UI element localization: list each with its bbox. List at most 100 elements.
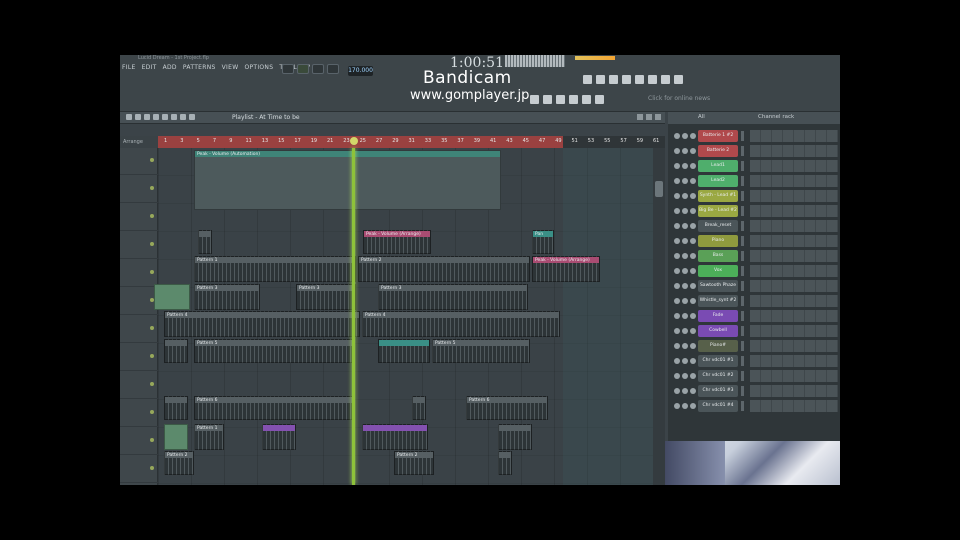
menu-item[interactable]: OPTIONS	[244, 64, 273, 76]
step-sequencer[interactable]	[750, 280, 838, 292]
render-icon[interactable]	[543, 95, 552, 104]
playhead[interactable]	[352, 148, 355, 485]
channel-name-button[interactable]: Chr vdc01 #4	[698, 400, 738, 412]
pattern-clip[interactable]	[498, 424, 532, 450]
channel-select-led[interactable]	[741, 326, 744, 336]
channel-select-led[interactable]	[741, 251, 744, 261]
channel-name-button[interactable]: Synth - Lead #1	[698, 190, 738, 202]
channel-name-button[interactable]: Batterie 2	[698, 145, 738, 157]
volume-knob[interactable]	[690, 298, 696, 304]
track-mute-led[interactable]	[150, 466, 154, 470]
channel-row[interactable]: Lead2	[668, 174, 840, 188]
step-sequencer[interactable]	[750, 205, 838, 217]
pattern-clip[interactable]: Pattern 1	[194, 256, 356, 282]
channel-row[interactable]: Sawtooth Phaze	[668, 279, 840, 293]
pan-knob[interactable]	[682, 133, 688, 139]
mute-button[interactable]	[674, 403, 680, 409]
pan-knob[interactable]	[682, 163, 688, 169]
mute-button[interactable]	[674, 238, 680, 244]
channel-select-led[interactable]	[741, 371, 744, 381]
channel-select-led[interactable]	[741, 191, 744, 201]
channel-select-led[interactable]	[741, 311, 744, 321]
arrangement-label[interactable]: Arrange	[120, 136, 158, 148]
step-sequencer[interactable]	[750, 310, 838, 322]
channel-row[interactable]: Piano#	[668, 339, 840, 353]
pattern-clip[interactable]	[198, 230, 212, 254]
track-header[interactable]	[120, 456, 158, 483]
channel-select-led[interactable]	[741, 236, 744, 246]
pattern-clip[interactable]: Pattern 2	[164, 451, 194, 475]
volume-knob[interactable]	[690, 358, 696, 364]
zoom-tool-icon[interactable]	[189, 114, 195, 120]
mute-button[interactable]	[674, 328, 680, 334]
automation-clip[interactable]: Peak - Volume (Automation)	[194, 150, 501, 210]
step-sequencer[interactable]	[750, 190, 838, 202]
pattern-clip[interactable]: Pattern 4	[362, 311, 560, 337]
record-button[interactable]	[327, 64, 339, 74]
channel-select-led[interactable]	[741, 356, 744, 366]
online-icon[interactable]	[595, 95, 604, 104]
volume-knob[interactable]	[690, 238, 696, 244]
step-sequencer[interactable]	[750, 235, 838, 247]
delete-tool-icon[interactable]	[144, 114, 150, 120]
pattern-clip[interactable]: Pattern 1	[194, 424, 224, 450]
volume-knob[interactable]	[690, 388, 696, 394]
pattern-clip[interactable]: Pattern 5	[432, 339, 530, 363]
pattern-clip[interactable]: Pattern 6	[466, 396, 548, 420]
track-header[interactable]	[120, 260, 158, 287]
volume-knob[interactable]	[690, 343, 696, 349]
channel-select-led[interactable]	[741, 176, 744, 186]
channel-select-led[interactable]	[741, 341, 744, 351]
channel-row[interactable]: Whistle_synt #2	[668, 294, 840, 308]
mute-button[interactable]	[674, 298, 680, 304]
channel-name-button[interactable]: Lead1	[698, 160, 738, 172]
save-icon[interactable]	[530, 95, 539, 104]
channel-name-button[interactable]: Chr vdc01 #2	[698, 370, 738, 382]
channel-select-led[interactable]	[741, 221, 744, 231]
track-header[interactable]	[120, 400, 158, 427]
channel-row[interactable]: Chr vdc01 #1	[668, 354, 840, 368]
volume-knob[interactable]	[690, 163, 696, 169]
track-mute-led[interactable]	[150, 158, 154, 162]
channel-row[interactable]: Chr vdc01 #3	[668, 384, 840, 398]
mute-button[interactable]	[674, 373, 680, 379]
pan-knob[interactable]	[682, 193, 688, 199]
menu-item[interactable]: PATTERNS	[183, 64, 216, 76]
volume-knob[interactable]	[690, 223, 696, 229]
channel-name-button[interactable]: Chr vdc01 #3	[698, 385, 738, 397]
pattern-clip[interactable]: Pattern 2	[394, 451, 434, 475]
mute-button[interactable]	[674, 283, 680, 289]
track-header[interactable]	[120, 372, 158, 399]
pan-knob[interactable]	[682, 298, 688, 304]
volume-knob[interactable]	[690, 193, 696, 199]
automation-clip[interactable]: Peak - Volume (Arrange)	[532, 256, 600, 282]
pattern-clip[interactable]: Pattern 3	[378, 284, 528, 310]
mute-button[interactable]	[674, 223, 680, 229]
scroll-thumb[interactable]	[655, 181, 663, 197]
track-mute-led[interactable]	[150, 410, 154, 414]
channel-row[interactable]: Bass	[668, 249, 840, 263]
pattern-clip[interactable]: Pattern 4	[164, 311, 360, 337]
mute-button[interactable]	[674, 358, 680, 364]
pattern-song-toggle[interactable]	[282, 64, 294, 74]
channel-name-button[interactable]: Sawtooth Phaze	[698, 280, 738, 292]
channel-select-led[interactable]	[741, 131, 744, 141]
pan-knob[interactable]	[682, 253, 688, 259]
mute-button[interactable]	[674, 253, 680, 259]
pan-knob[interactable]	[682, 148, 688, 154]
automation-clip[interactable]: Pan	[532, 230, 554, 254]
mute-button[interactable]	[674, 313, 680, 319]
volume-knob[interactable]	[690, 268, 696, 274]
channel-row[interactable]: Fade	[668, 309, 840, 323]
slip-tool-icon[interactable]	[162, 114, 168, 120]
channel-name-button[interactable]: Break_reset	[698, 220, 738, 232]
playlist-icon[interactable]	[583, 75, 592, 84]
pan-knob[interactable]	[682, 178, 688, 184]
track-mute-led[interactable]	[150, 214, 154, 218]
channel-rack-icon[interactable]	[609, 75, 618, 84]
tempo-icon[interactable]	[661, 75, 670, 84]
step-sequencer[interactable]	[750, 385, 838, 397]
select-tool-icon[interactable]	[180, 114, 186, 120]
menu-item[interactable]: FILE	[122, 64, 136, 76]
stop-button[interactable]	[312, 64, 324, 74]
